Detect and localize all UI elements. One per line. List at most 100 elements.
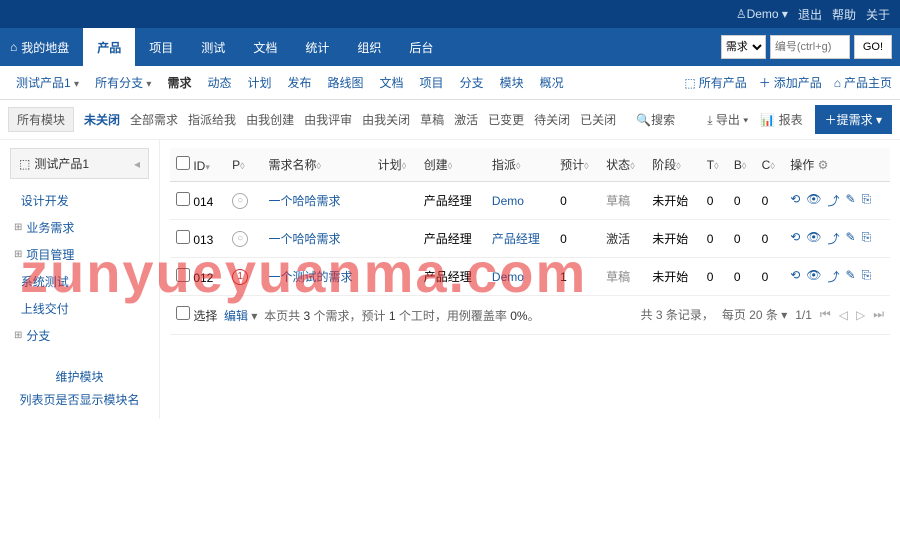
change-icon[interactable]: ⟲	[790, 268, 800, 285]
nav-文档[interactable]: 文档	[239, 28, 291, 66]
subnav-分支[interactable]: 分支	[452, 76, 492, 90]
export-link[interactable]: ⤓ 导出 ▾	[707, 111, 748, 128]
col-c[interactable]: C◊	[756, 148, 785, 182]
sidebar-item-设计开发[interactable]: 设计开发	[10, 187, 149, 214]
maintain-module-link[interactable]: 维护模块	[10, 365, 149, 388]
review-icon[interactable]: 👁	[806, 230, 821, 247]
all-products-link[interactable]: ⬚所有产品	[684, 74, 746, 91]
assign-link[interactable]: Demo	[492, 194, 524, 208]
col-name[interactable]: 需求名称◊	[263, 148, 372, 182]
go-button[interactable]: GO!	[854, 35, 892, 59]
collapse-icon[interactable]: ◂	[134, 157, 140, 171]
edit-icon[interactable]: ✎	[846, 192, 856, 209]
create-story-button[interactable]: ＋提需求 ▾	[815, 105, 892, 134]
change-icon[interactable]: ⟲	[790, 230, 800, 247]
filter-全部需求[interactable]: 全部需求	[130, 113, 178, 127]
nav-产品[interactable]: 产品	[83, 28, 135, 66]
row-checkbox[interactable]	[176, 192, 190, 206]
branch-dropdown[interactable]: 所有分支 ▾	[87, 74, 159, 91]
nav-我的地盘[interactable]: ⌂我的地盘	[0, 28, 83, 66]
row-checkbox[interactable]	[176, 268, 190, 282]
subnav-动态[interactable]: 动态	[199, 76, 239, 90]
nav-项目[interactable]: 项目	[135, 28, 187, 66]
review-icon[interactable]: 👁	[806, 192, 821, 209]
nav-统计[interactable]: 统计	[291, 28, 343, 66]
breakdown-icon[interactable]: ⤴	[828, 268, 840, 285]
change-icon[interactable]: ⟲	[790, 192, 800, 209]
col-b[interactable]: B◊	[728, 148, 756, 182]
first-page-button[interactable]: ⏮	[820, 307, 831, 322]
search-type-select[interactable]: 需求	[721, 35, 766, 59]
subnav-需求[interactable]: 需求	[159, 76, 199, 90]
col-id[interactable]: ID▾	[170, 148, 226, 182]
col-creator[interactable]: 创建◊	[418, 148, 486, 182]
review-icon[interactable]: 👁	[806, 268, 821, 285]
copy-icon[interactable]: ⎘	[862, 192, 872, 209]
subnav-文档[interactable]: 文档	[372, 76, 412, 90]
add-product-link[interactable]: ＋添加产品	[759, 74, 822, 91]
select-all-foot-checkbox[interactable]	[176, 306, 190, 320]
sidebar-product[interactable]: ⬚测试产品1◂	[10, 148, 149, 179]
story-name-link[interactable]: 一个哈哈需求	[269, 232, 341, 246]
report-link[interactable]: 📊 报表	[760, 111, 802, 128]
filter-已关闭[interactable]: 已关闭	[580, 113, 616, 127]
sidebar-item-项目管理[interactable]: ⊞项目管理	[10, 241, 149, 268]
help-link[interactable]: 帮助	[832, 6, 856, 23]
prev-page-button[interactable]: ◁	[839, 308, 848, 322]
nav-后台[interactable]: 后台	[395, 28, 447, 66]
filter-指派给我[interactable]: 指派给我	[188, 113, 236, 127]
row-checkbox[interactable]	[176, 230, 190, 244]
edit-icon[interactable]: ✎	[846, 230, 856, 247]
col-assign[interactable]: 指派◊	[486, 148, 554, 182]
subnav-概况[interactable]: 概况	[532, 76, 572, 90]
filter-激活[interactable]: 激活	[454, 113, 478, 127]
story-name-link[interactable]: 一个测试的需求	[269, 270, 353, 284]
search-input[interactable]	[770, 35, 850, 59]
col-plan[interactable]: 计划◊	[372, 148, 418, 182]
about-link[interactable]: 关于	[866, 6, 890, 23]
col-stage[interactable]: 阶段◊	[646, 148, 701, 182]
assign-link[interactable]: Demo	[492, 270, 524, 284]
copy-icon[interactable]: ⎘	[862, 230, 872, 247]
breakdown-icon[interactable]: ⤴	[828, 230, 840, 247]
product-home-link[interactable]: ⌂产品主页	[834, 74, 892, 91]
assign-link[interactable]: 产品经理	[492, 232, 540, 246]
subnav-项目[interactable]: 项目	[412, 76, 452, 90]
subnav-模块[interactable]: 模块	[492, 76, 532, 90]
per-page-dropdown[interactable]: 每页 20 条 ▾	[722, 306, 787, 323]
sidebar-item-系统测试[interactable]: 系统测试	[10, 268, 149, 295]
col-status[interactable]: 状态◊	[600, 148, 646, 182]
filter-待关闭[interactable]: 待关闭	[534, 113, 570, 127]
product-dropdown[interactable]: 测试产品1 ▾	[8, 74, 87, 91]
all-modules-chip[interactable]: 所有模块	[8, 107, 74, 132]
filter-由我评审[interactable]: 由我评审	[304, 113, 352, 127]
filter-已变更[interactable]: 已变更	[488, 113, 524, 127]
filter-由我关闭[interactable]: 由我关闭	[362, 113, 410, 127]
edit-icon[interactable]: ✎	[846, 268, 856, 285]
sidebar-item-业务需求[interactable]: ⊞业务需求	[10, 214, 149, 241]
nav-测试[interactable]: 测试	[187, 28, 239, 66]
subnav-发布[interactable]: 发布	[280, 76, 320, 90]
col-t[interactable]: T◊	[701, 148, 728, 182]
subnav-路线图[interactable]: 路线图	[320, 76, 372, 90]
story-name-link[interactable]: 一个哈哈需求	[269, 194, 341, 208]
col-p[interactable]: P◊	[226, 148, 262, 182]
batch-edit-link[interactable]: 编辑	[224, 309, 248, 323]
breakdown-icon[interactable]: ⤴	[828, 192, 840, 209]
filter-未关闭[interactable]: 未关闭	[84, 113, 120, 127]
gear-icon[interactable]: ⚙	[818, 158, 829, 172]
sidebar-item-分支[interactable]: ⊞分支	[10, 322, 149, 349]
filter-草稿[interactable]: 草稿	[420, 113, 444, 127]
show-module-toggle[interactable]: 列表页是否显示模块名	[10, 388, 149, 411]
logout-link[interactable]: 退出	[798, 6, 822, 23]
nav-组织[interactable]: 组织	[343, 28, 395, 66]
col-est[interactable]: 预计◊	[554, 148, 600, 182]
last-page-button[interactable]: ⏭	[873, 307, 884, 322]
sidebar-item-上线交付[interactable]: 上线交付	[10, 295, 149, 322]
subnav-计划[interactable]: 计划	[239, 76, 279, 90]
copy-icon[interactable]: ⎘	[862, 268, 872, 285]
user-menu[interactable]: ♙Demo ▾	[736, 7, 788, 21]
search-toggle[interactable]: 🔍搜索	[636, 111, 675, 128]
select-all-checkbox[interactable]	[176, 156, 190, 170]
filter-由我创建[interactable]: 由我创建	[246, 113, 294, 127]
